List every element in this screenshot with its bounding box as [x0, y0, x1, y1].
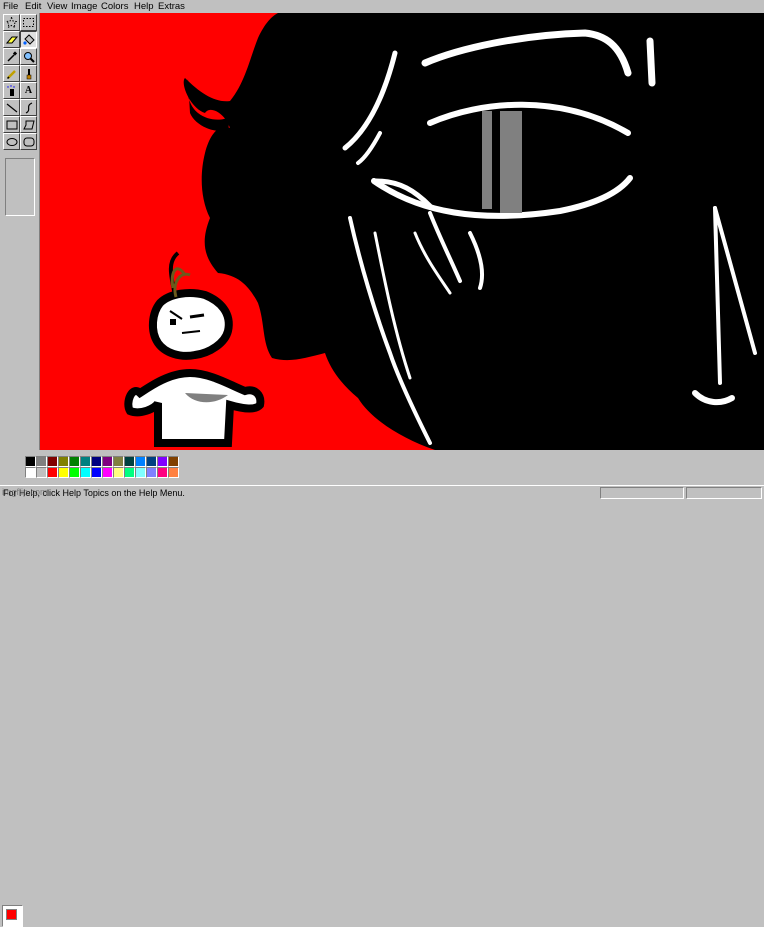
rectangle-tool[interactable]: [3, 116, 20, 133]
color-palette-bar: [0, 450, 764, 927]
palette-swatch[interactable]: [135, 456, 146, 467]
palette-swatch[interactable]: [146, 456, 157, 467]
palette-swatch[interactable]: [47, 467, 58, 478]
drawing-canvas[interactable]: [40, 13, 764, 450]
pupil-streak: [482, 111, 492, 209]
palette-swatch[interactable]: [36, 467, 47, 478]
line-icon: [6, 103, 17, 112]
palette-swatch[interactable]: [146, 467, 157, 478]
rectangle-icon: [6, 120, 17, 129]
pupil-streak: [500, 111, 522, 213]
brush-icon: [26, 68, 31, 79]
eraser-tool[interactable]: [3, 31, 20, 48]
palette-swatch[interactable]: [168, 456, 179, 467]
text-a-icon: A: [24, 85, 33, 96]
palette-swatch[interactable]: [58, 456, 69, 467]
menu-file[interactable]: File: [3, 0, 18, 13]
free-form-select-tool[interactable]: [3, 14, 20, 31]
status-size-pane: [686, 487, 762, 499]
airbrush-tool[interactable]: [3, 82, 20, 99]
rect-select-tool[interactable]: [20, 14, 37, 31]
curve-icon: [25, 101, 32, 114]
airbrush-icon: [6, 84, 15, 96]
palette-swatch[interactable]: [157, 467, 168, 478]
palette-swatch[interactable]: [168, 467, 179, 478]
palette-swatch[interactable]: [102, 456, 113, 467]
drawing-artwork: [40, 13, 764, 450]
palette-swatch[interactable]: [25, 467, 36, 478]
menu-image[interactable]: Image: [71, 0, 97, 13]
palette-swatch[interactable]: [25, 456, 36, 467]
palette-swatch[interactable]: [58, 467, 69, 478]
line-tool[interactable]: [3, 99, 20, 116]
palette-swatch[interactable]: [47, 456, 58, 467]
menu-edit[interactable]: Edit: [25, 0, 41, 13]
toolbox: A: [0, 13, 40, 450]
menu-help[interactable]: Help: [134, 0, 154, 13]
eraser-icon: [5, 36, 18, 43]
palette-swatch[interactable]: [91, 456, 102, 467]
palette-swatch[interactable]: [80, 467, 91, 478]
menu-bar: File Edit View Image Colors Help Extras: [0, 0, 764, 13]
palette-swatch[interactable]: [80, 456, 91, 467]
paint-bucket-icon: [22, 33, 35, 45]
polygon-icon: [22, 120, 35, 129]
palette-swatch[interactable]: [124, 456, 135, 467]
ellipse-icon: [6, 137, 17, 146]
dashed-rect-icon: [23, 18, 34, 27]
eyedropper-icon: [6, 50, 17, 62]
palette-swatch[interactable]: [124, 467, 135, 478]
pick-color-tool[interactable]: [3, 48, 20, 65]
palette-swatch[interactable]: [157, 456, 168, 467]
magnifier-tool[interactable]: [20, 48, 37, 65]
palette-swatch[interactable]: [69, 456, 80, 467]
palette-swatch[interactable]: [69, 467, 80, 478]
menu-view[interactable]: View: [47, 0, 67, 13]
canvas-area: [40, 13, 764, 450]
tool-options-box[interactable]: [5, 158, 35, 216]
watermark: imgflip.com: [2, 487, 48, 497]
current-colors[interactable]: [2, 905, 23, 927]
palette-swatch[interactable]: [102, 467, 113, 478]
ellipse-tool[interactable]: [3, 133, 20, 150]
status-bar: For Help, click Help Topics on the Help …: [0, 485, 764, 500]
fill-tool[interactable]: [20, 31, 37, 48]
curve-tool[interactable]: [20, 99, 37, 116]
palette-swatch[interactable]: [113, 456, 124, 467]
text-tool[interactable]: A: [20, 82, 37, 99]
star-select-icon: [6, 17, 17, 28]
palette-swatch[interactable]: [113, 467, 124, 478]
menu-colors[interactable]: Colors: [101, 0, 128, 13]
rounded-rect-tool[interactable]: [20, 133, 37, 150]
menu-extras[interactable]: Extras: [158, 0, 185, 13]
magnifier-icon: [23, 51, 35, 63]
brush-tool[interactable]: [20, 65, 37, 82]
pencil-tool[interactable]: [3, 65, 20, 82]
polygon-tool[interactable]: [20, 116, 37, 133]
foreground-color: [6, 909, 17, 920]
palette-swatch[interactable]: [135, 467, 146, 478]
palette-swatch[interactable]: [91, 467, 102, 478]
palette-swatch[interactable]: [36, 456, 47, 467]
pencil-icon: [6, 69, 16, 79]
rounded-rect-icon: [23, 137, 34, 146]
status-coordinates-pane: [600, 487, 684, 499]
